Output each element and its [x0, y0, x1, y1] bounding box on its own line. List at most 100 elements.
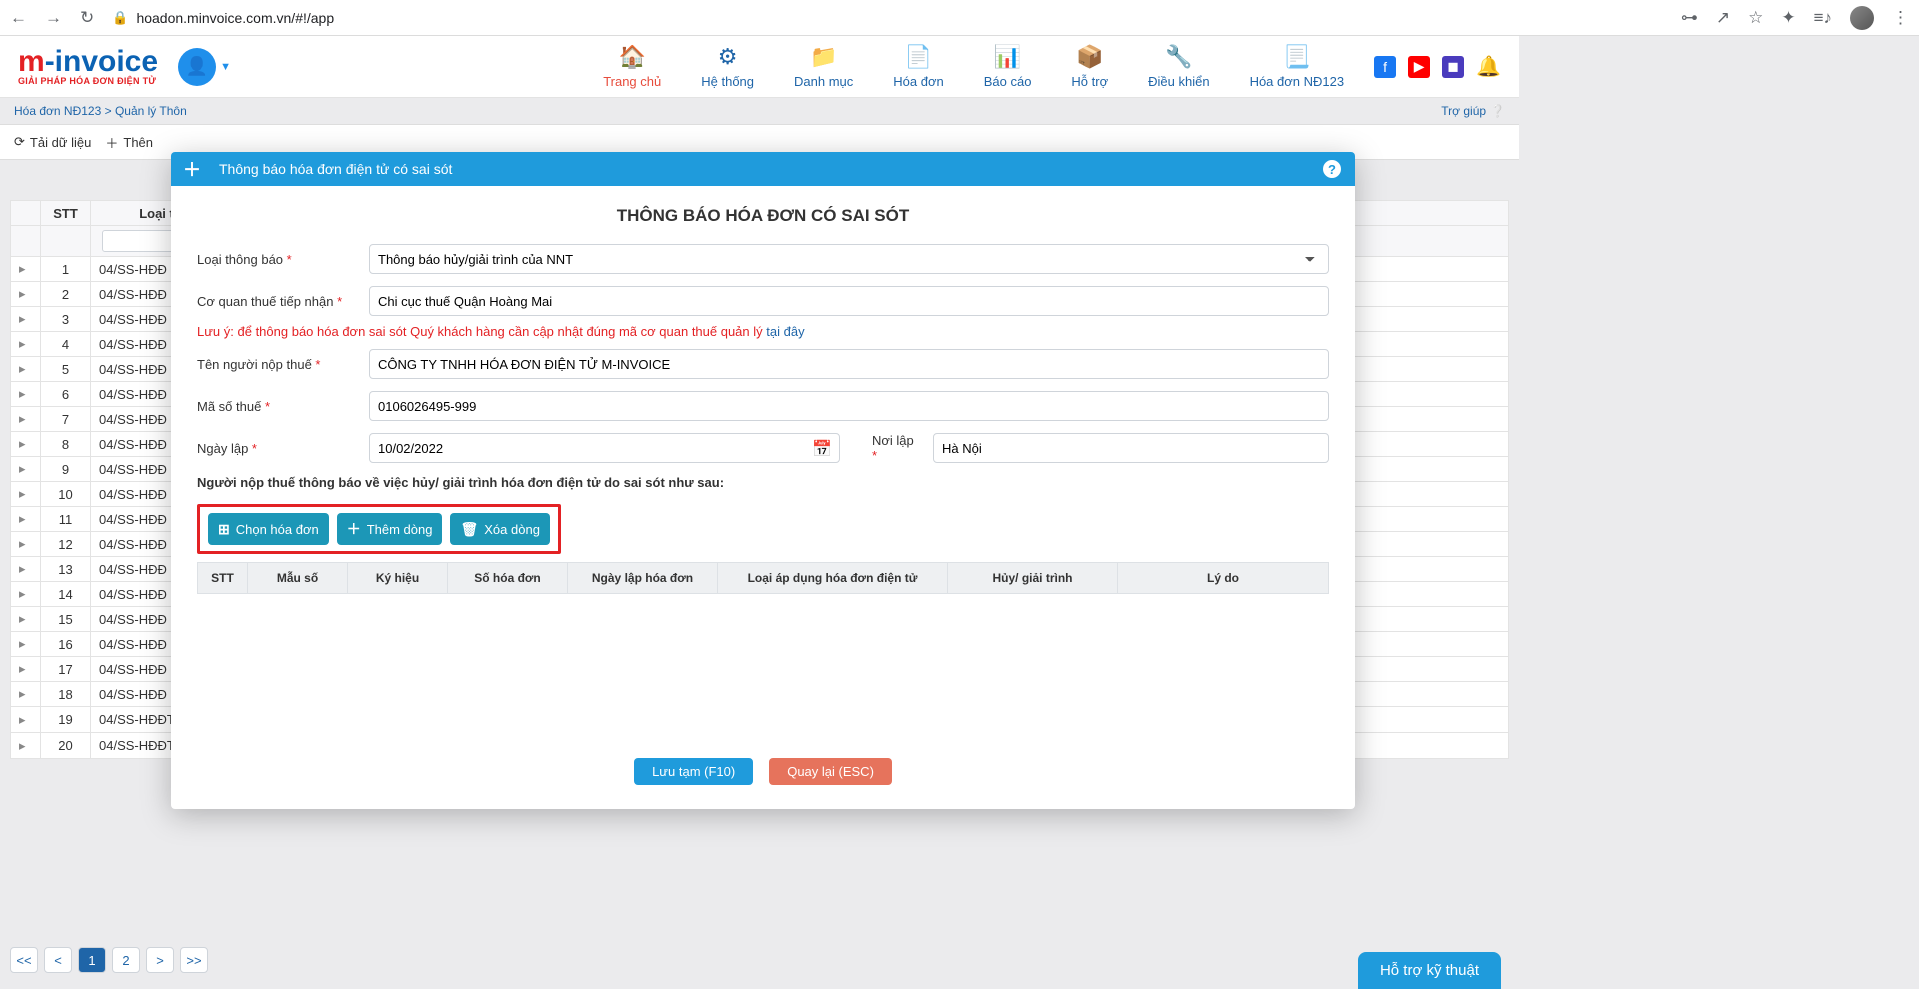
expand-icon[interactable]: ▸	[11, 307, 41, 332]
note-link[interactable]: tại đây	[766, 324, 804, 339]
nav-system[interactable]: ⚙Hệ thống	[701, 44, 754, 89]
share-icon[interactable]: ↗	[1716, 8, 1730, 28]
cell-stt: 9	[41, 457, 91, 482]
page-last[interactable]: >>	[180, 947, 208, 973]
page-next[interactable]: >	[146, 947, 174, 973]
profile-avatar[interactable]	[1850, 6, 1874, 30]
select-loai-tb[interactable]: Thông báo hủy/giải trình của NNT	[369, 244, 1329, 274]
expand-icon[interactable]: ▸	[11, 582, 41, 607]
nav-report[interactable]: 📊 Báo cáo	[984, 44, 1032, 89]
cell-stt: 5	[41, 357, 91, 382]
nav-invoice[interactable]: 📄Hóa đơn	[893, 44, 943, 89]
back-button[interactable]: Quay lại (ESC)	[769, 758, 892, 785]
inner-col-huy: Hủy/ giải trình	[948, 563, 1118, 594]
expand-icon[interactable]: ▸	[11, 432, 41, 457]
add-row-button[interactable]: ＋Thêm dòng	[337, 513, 443, 545]
logo-sub: GIẢI PHÁP HÓA ĐƠN ĐIỆN TỬ	[18, 77, 158, 86]
expand-icon[interactable]: ▸	[11, 557, 41, 582]
cell-stt: 13	[41, 557, 91, 582]
cell-stt: 17	[41, 657, 91, 682]
readlist-icon[interactable]: ≡♪	[1814, 8, 1832, 28]
cell-stt: 10	[41, 482, 91, 507]
url-bar[interactable]: 🔒 hoadon.minvoice.com.vn/#!/app	[104, 10, 1671, 26]
doc-icon: 📃	[1283, 44, 1310, 70]
expand-icon[interactable]: ▸	[11, 507, 41, 532]
nav-back-icon[interactable]: ←	[10, 8, 27, 28]
expand-icon[interactable]: ▸	[11, 607, 41, 632]
page-prev[interactable]: <	[44, 947, 72, 973]
delete-row-button[interactable]: 🗑Xóa dòng	[450, 513, 549, 545]
nav-home[interactable]: 🏠Trang chủ	[603, 44, 661, 89]
save-button[interactable]: Lưu tạm (F10)	[634, 758, 753, 785]
key-icon[interactable]: ⊶	[1681, 8, 1698, 28]
more-icon[interactable]: ⋮	[1892, 8, 1909, 28]
nav-catalog[interactable]: 📁Danh mục	[794, 44, 853, 89]
expand-icon[interactable]: ▸	[11, 482, 41, 507]
expand-icon[interactable]: ▸	[11, 282, 41, 307]
expand-icon[interactable]: ▸	[11, 457, 41, 482]
calendar-icon[interactable]: 📅	[812, 439, 832, 459]
plus-box-icon: ⊞	[218, 521, 230, 538]
pagination: << < 1 2 > >>	[10, 947, 208, 973]
breadcrumb-2[interactable]: Quản lý Thôn	[115, 104, 187, 118]
nav-reload-icon[interactable]: ↻	[80, 8, 94, 28]
nav-control[interactable]: 🔧Điều khiển	[1148, 44, 1209, 89]
app-logo[interactable]: m-invoice GIẢI PHÁP HÓA ĐƠN ĐIỆN TỬ	[18, 47, 158, 86]
expand-icon[interactable]: ▸	[11, 532, 41, 557]
breadcrumb-bar: Hóa đơn NĐ123 > Quản lý Thôn Trợ giúp ❔	[0, 98, 1519, 124]
expand-icon[interactable]: ▸	[11, 707, 41, 733]
input-noilap[interactable]	[933, 433, 1329, 463]
inner-col-loai: Loại áp dụng hóa đơn điện tử	[718, 563, 948, 594]
chart-icon: 📊	[994, 44, 1021, 70]
nav-invoice-label: Hóa đơn	[893, 74, 943, 89]
expand-icon[interactable]: ▸	[11, 657, 41, 682]
nav-report-label: Báo cáo	[984, 74, 1032, 89]
input-ngaylap[interactable]	[369, 433, 840, 463]
modal-help-icon[interactable]: ?	[1321, 158, 1343, 180]
page-first[interactable]: <<	[10, 947, 38, 973]
extension-icon[interactable]: ✦	[1781, 8, 1795, 28]
input-mst[interactable]	[369, 391, 1329, 421]
warning-text: Lưu ý: để thông báo hóa đơn sai sót Quý …	[197, 324, 766, 339]
expand-icon[interactable]: ▸	[11, 682, 41, 707]
star-icon[interactable]: ☆	[1748, 8, 1763, 28]
input-ten[interactable]	[369, 349, 1329, 379]
breadcrumb: Hóa đơn NĐ123 > Quản lý Thôn	[14, 104, 187, 118]
expand-icon[interactable]: ▸	[11, 382, 41, 407]
expand-icon[interactable]: ▸	[11, 407, 41, 432]
expand-icon[interactable]: ▸	[11, 733, 41, 759]
nav-control-label: Điều khiển	[1148, 74, 1209, 89]
page-2[interactable]: 2	[112, 947, 140, 973]
facebook-icon[interactable]: f	[1374, 56, 1396, 78]
box-icon: 📦	[1076, 44, 1103, 70]
cell-stt: 14	[41, 582, 91, 607]
page-1[interactable]: 1	[78, 947, 106, 973]
expand-icon[interactable]: ▸	[11, 357, 41, 382]
select-invoice-button[interactable]: ⊞ Chọn hóa đơn	[208, 513, 329, 545]
add-button[interactable]: ＋Thên	[105, 133, 153, 152]
expand-icon[interactable]: ▸	[11, 257, 41, 282]
help-link[interactable]: Trợ giúp ❔	[1441, 104, 1505, 118]
app-icon[interactable]: ◼	[1442, 56, 1464, 78]
reload-data-button[interactable]: ⟳Tải dữ liệu	[14, 134, 91, 150]
inner-table: STT Mẫu số Ký hiệu Số hóa đơn Ngày lập h…	[197, 562, 1329, 594]
trash-icon: 🗑	[460, 521, 478, 538]
nav-nd123[interactable]: 📃Hóa đơn NĐ123	[1250, 44, 1345, 89]
nav-support[interactable]: 📦Hỗ trợ	[1071, 44, 1108, 89]
plus-icon: ＋	[183, 156, 201, 182]
col-stt[interactable]: STT	[41, 201, 91, 226]
expand-icon[interactable]: ▸	[11, 632, 41, 657]
youtube-icon[interactable]: ▶	[1408, 56, 1430, 78]
home-icon: 🏠	[619, 44, 646, 70]
modal-header: ＋ Thông báo hóa đơn điện tử có sai sót ?	[171, 152, 1355, 186]
support-button[interactable]: Hỗ trợ kỹ thuật	[1358, 952, 1501, 989]
chon-label: Chọn hóa đơn	[236, 522, 319, 537]
nav-forward-icon[interactable]: →	[45, 8, 62, 28]
cell-stt: 2	[41, 282, 91, 307]
breadcrumb-1[interactable]: Hóa đơn NĐ123	[14, 104, 101, 118]
bell-icon[interactable]: 🔔	[1476, 54, 1501, 79]
input-coquan[interactable]	[369, 286, 1329, 316]
inner-col-stt: STT	[198, 563, 248, 594]
user-menu-button[interactable]: 👤	[178, 48, 216, 86]
expand-icon[interactable]: ▸	[11, 332, 41, 357]
